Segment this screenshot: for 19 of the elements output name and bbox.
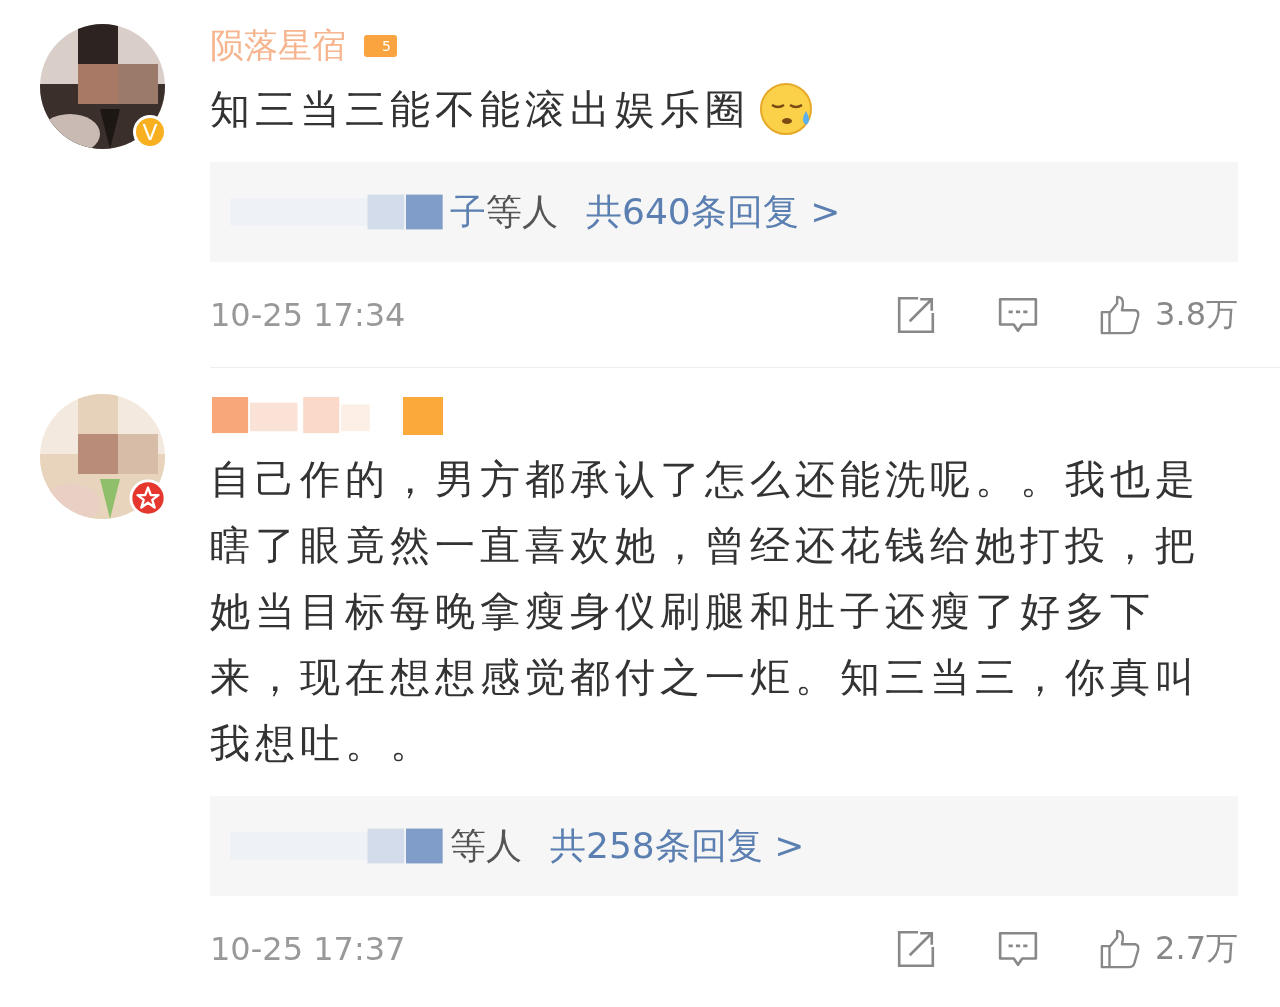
reply-users-label: 等人 [450, 823, 522, 868]
star-badge-icon [129, 479, 167, 517]
comment-time: 10-25 17:37 [210, 929, 406, 968]
thumbs-up-icon[interactable] [1099, 293, 1142, 336]
comment-text: 自己作的，男方都承认了怎么还能洗呢。。我也是瞎了眼竟然一直喜欢她，曾经还花钱给她打投，把她当目标每晚拿瘦身仪刷腿和肚子还瘦了好多下来，现在想想感觉都付之一炬。知三当三，你真叫我想吐。。 [210, 455, 1201, 768]
level-badge-icon [403, 397, 443, 435]
thumbs-up-icon[interactable] [1099, 927, 1142, 970]
replies-panel[interactable]: 等人 共258条回复 > [210, 796, 1238, 896]
reply-count-link[interactable]: 共258条回复 > [550, 821, 805, 871]
replies-panel[interactable]: 子等人 共640条回复 > [210, 162, 1238, 262]
reply-users-label: 等人 [486, 189, 558, 234]
reply-user-names[interactable]: 子 [450, 187, 486, 237]
verified-badge: V [133, 115, 167, 149]
level-badge: 5 [364, 35, 397, 57]
like-count: 2.7万 [1155, 927, 1238, 969]
like-count: 3.8万 [1155, 293, 1238, 335]
comment-time: 10-25 17:34 [210, 295, 406, 334]
reply-count-link[interactable]: 共640条回复 > [586, 187, 841, 237]
comment-text: 知三当三能不能滚出娱乐圈 [210, 85, 750, 134]
